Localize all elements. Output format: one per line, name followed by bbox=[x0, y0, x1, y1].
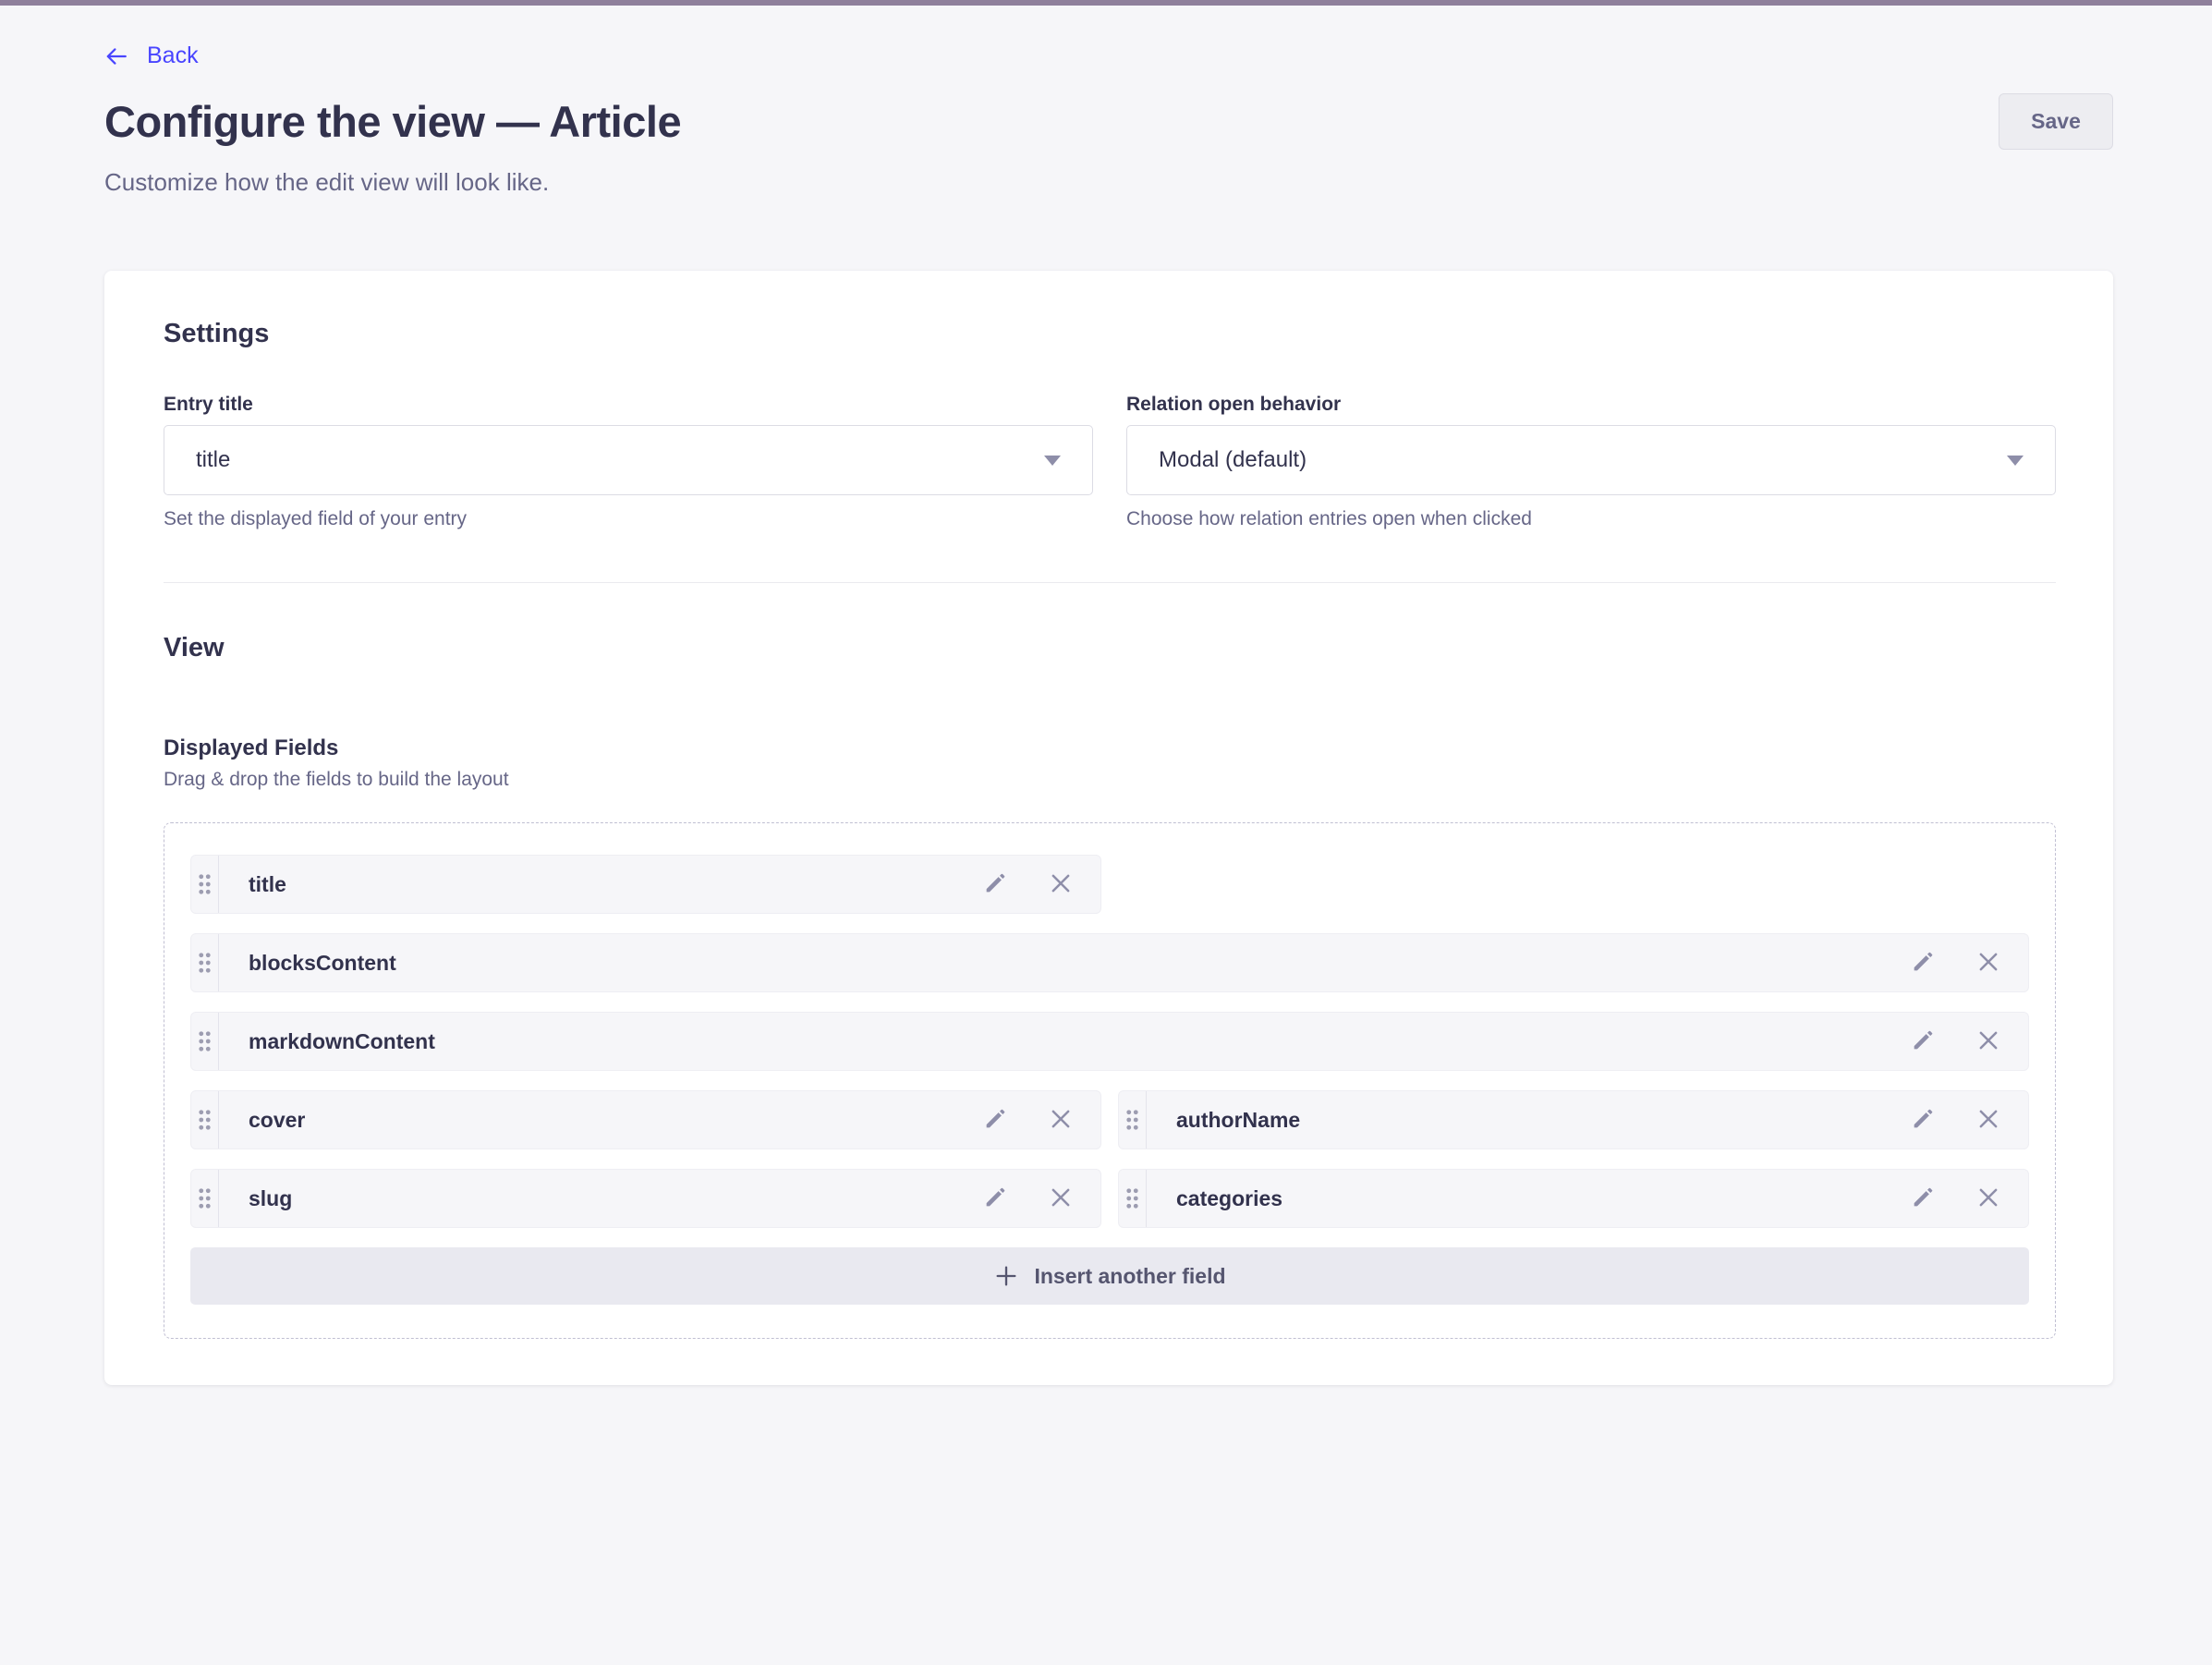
remove-field-button[interactable] bbox=[1975, 1184, 2002, 1214]
remove-field-button[interactable] bbox=[1975, 948, 2002, 978]
drag-handle-icon[interactable] bbox=[191, 934, 219, 991]
entry-title-label: Entry title bbox=[164, 394, 1093, 416]
drag-handle-icon[interactable] bbox=[1119, 1091, 1147, 1148]
configuration-card: Settings Entry title title Set the displ… bbox=[104, 271, 2113, 1385]
entry-title-field: Entry title title Set the displayed fiel… bbox=[164, 394, 1093, 530]
field-chip-label: markdownContent bbox=[249, 1029, 435, 1054]
chevron-down-icon bbox=[2007, 456, 2024, 466]
remove-field-button[interactable] bbox=[1047, 869, 1075, 900]
field-chip-label: slug bbox=[249, 1186, 292, 1211]
save-button[interactable]: Save bbox=[1999, 93, 2113, 150]
entry-title-hint: Set the displayed field of your entry bbox=[164, 508, 1093, 530]
page-subtitle: Customize how the edit view will look li… bbox=[104, 168, 2113, 197]
page-header: Configure the view — Article Save bbox=[104, 93, 2113, 150]
relation-open-behavior-value: Modal (default) bbox=[1159, 447, 1307, 473]
fields-row: markdownContent bbox=[190, 1012, 2029, 1071]
section-divider bbox=[164, 582, 2056, 583]
page-title: Configure the view — Article bbox=[104, 96, 681, 147]
remove-field-button[interactable] bbox=[1975, 1105, 2002, 1136]
field-chip-authorName[interactable]: authorName bbox=[1118, 1090, 2029, 1149]
drag-handle-icon[interactable] bbox=[1119, 1170, 1147, 1227]
arrow-left-icon bbox=[104, 44, 128, 68]
pencil-icon bbox=[1910, 1185, 1936, 1213]
field-chip-label: categories bbox=[1176, 1186, 1282, 1211]
field-chip-actions bbox=[1910, 1105, 2028, 1136]
field-chip-actions bbox=[982, 869, 1100, 900]
fields-row: slug categories bbox=[190, 1169, 2029, 1228]
remove-field-button[interactable] bbox=[1047, 1105, 1075, 1136]
field-chip-label: title bbox=[249, 872, 286, 897]
edit-field-button[interactable] bbox=[1910, 1027, 1936, 1056]
chevron-down-icon bbox=[1044, 456, 1061, 466]
remove-field-button[interactable] bbox=[1975, 1027, 2002, 1057]
close-icon bbox=[1047, 1184, 1075, 1214]
relation-open-behavior-field: Relation open behavior Modal (default) C… bbox=[1126, 394, 2056, 530]
pencil-icon bbox=[982, 870, 1008, 899]
configure-view-page: Back Configure the view — Article Save C… bbox=[0, 43, 2212, 1385]
field-chip-slug[interactable]: slug bbox=[190, 1169, 1101, 1228]
remove-field-button[interactable] bbox=[1047, 1184, 1075, 1214]
back-link[interactable]: Back bbox=[104, 43, 199, 69]
field-chip-label: cover bbox=[249, 1108, 305, 1133]
insert-another-field-label: Insert another field bbox=[1034, 1264, 1225, 1289]
close-icon bbox=[1047, 1105, 1075, 1136]
plus-icon bbox=[993, 1263, 1019, 1289]
field-chip-actions bbox=[982, 1105, 1100, 1136]
field-chip-actions bbox=[1910, 1027, 2028, 1057]
fields-row: cover authorName bbox=[190, 1090, 2029, 1149]
settings-heading: Settings bbox=[164, 319, 2056, 349]
field-chip-cover[interactable]: cover bbox=[190, 1090, 1101, 1149]
close-icon bbox=[1975, 948, 2002, 978]
close-icon bbox=[1975, 1184, 2002, 1214]
top-accent-strip bbox=[0, 0, 2212, 6]
fields-drop-zone: title blocksContent markdownContent cove… bbox=[164, 822, 2056, 1339]
settings-form: Entry title title Set the displayed fiel… bbox=[164, 394, 2056, 530]
drag-handle-icon[interactable] bbox=[191, 1091, 219, 1148]
displayed-fields-hint: Drag & drop the fields to build the layo… bbox=[164, 769, 2056, 791]
pencil-icon bbox=[1910, 1027, 1936, 1056]
close-icon bbox=[1975, 1027, 2002, 1057]
displayed-fields-title: Displayed Fields bbox=[164, 735, 2056, 761]
pencil-icon bbox=[982, 1106, 1008, 1135]
relation-open-behavior-label: Relation open behavior bbox=[1126, 394, 2056, 416]
close-icon bbox=[1047, 869, 1075, 900]
field-chip-markdownContent[interactable]: markdownContent bbox=[190, 1012, 2029, 1071]
field-chip-categories[interactable]: categories bbox=[1118, 1169, 2029, 1228]
back-link-label[interactable]: Back bbox=[147, 43, 199, 69]
edit-field-button[interactable] bbox=[1910, 1106, 1936, 1135]
edit-field-button[interactable] bbox=[1910, 949, 1936, 978]
field-chip-label: blocksContent bbox=[249, 951, 396, 976]
edit-field-button[interactable] bbox=[982, 870, 1008, 899]
drag-handle-icon[interactable] bbox=[191, 1170, 219, 1227]
field-chip-actions bbox=[1910, 948, 2028, 978]
pencil-icon bbox=[1910, 949, 1936, 978]
edit-field-button[interactable] bbox=[982, 1185, 1008, 1213]
view-heading: View bbox=[164, 633, 2056, 663]
close-icon bbox=[1975, 1105, 2002, 1136]
field-chip-actions bbox=[1910, 1184, 2028, 1214]
insert-another-field-button[interactable]: Insert another field bbox=[190, 1247, 2029, 1305]
field-chip-blocksContent[interactable]: blocksContent bbox=[190, 933, 2029, 992]
entry-title-select[interactable]: title bbox=[164, 425, 1093, 495]
pencil-icon bbox=[982, 1185, 1008, 1213]
edit-field-button[interactable] bbox=[1910, 1185, 1936, 1213]
entry-title-value: title bbox=[196, 447, 230, 473]
relation-open-behavior-select[interactable]: Modal (default) bbox=[1126, 425, 2056, 495]
relation-open-behavior-hint: Choose how relation entries open when cl… bbox=[1126, 508, 2056, 530]
fields-row: title bbox=[190, 855, 2029, 914]
drag-handle-icon[interactable] bbox=[191, 856, 219, 913]
field-chip-label: authorName bbox=[1176, 1108, 1300, 1133]
fields-row: blocksContent bbox=[190, 933, 2029, 992]
drag-handle-icon[interactable] bbox=[191, 1013, 219, 1070]
edit-field-button[interactable] bbox=[982, 1106, 1008, 1135]
pencil-icon bbox=[1910, 1106, 1936, 1135]
field-chip-title[interactable]: title bbox=[190, 855, 1101, 914]
field-chip-actions bbox=[982, 1184, 1100, 1214]
